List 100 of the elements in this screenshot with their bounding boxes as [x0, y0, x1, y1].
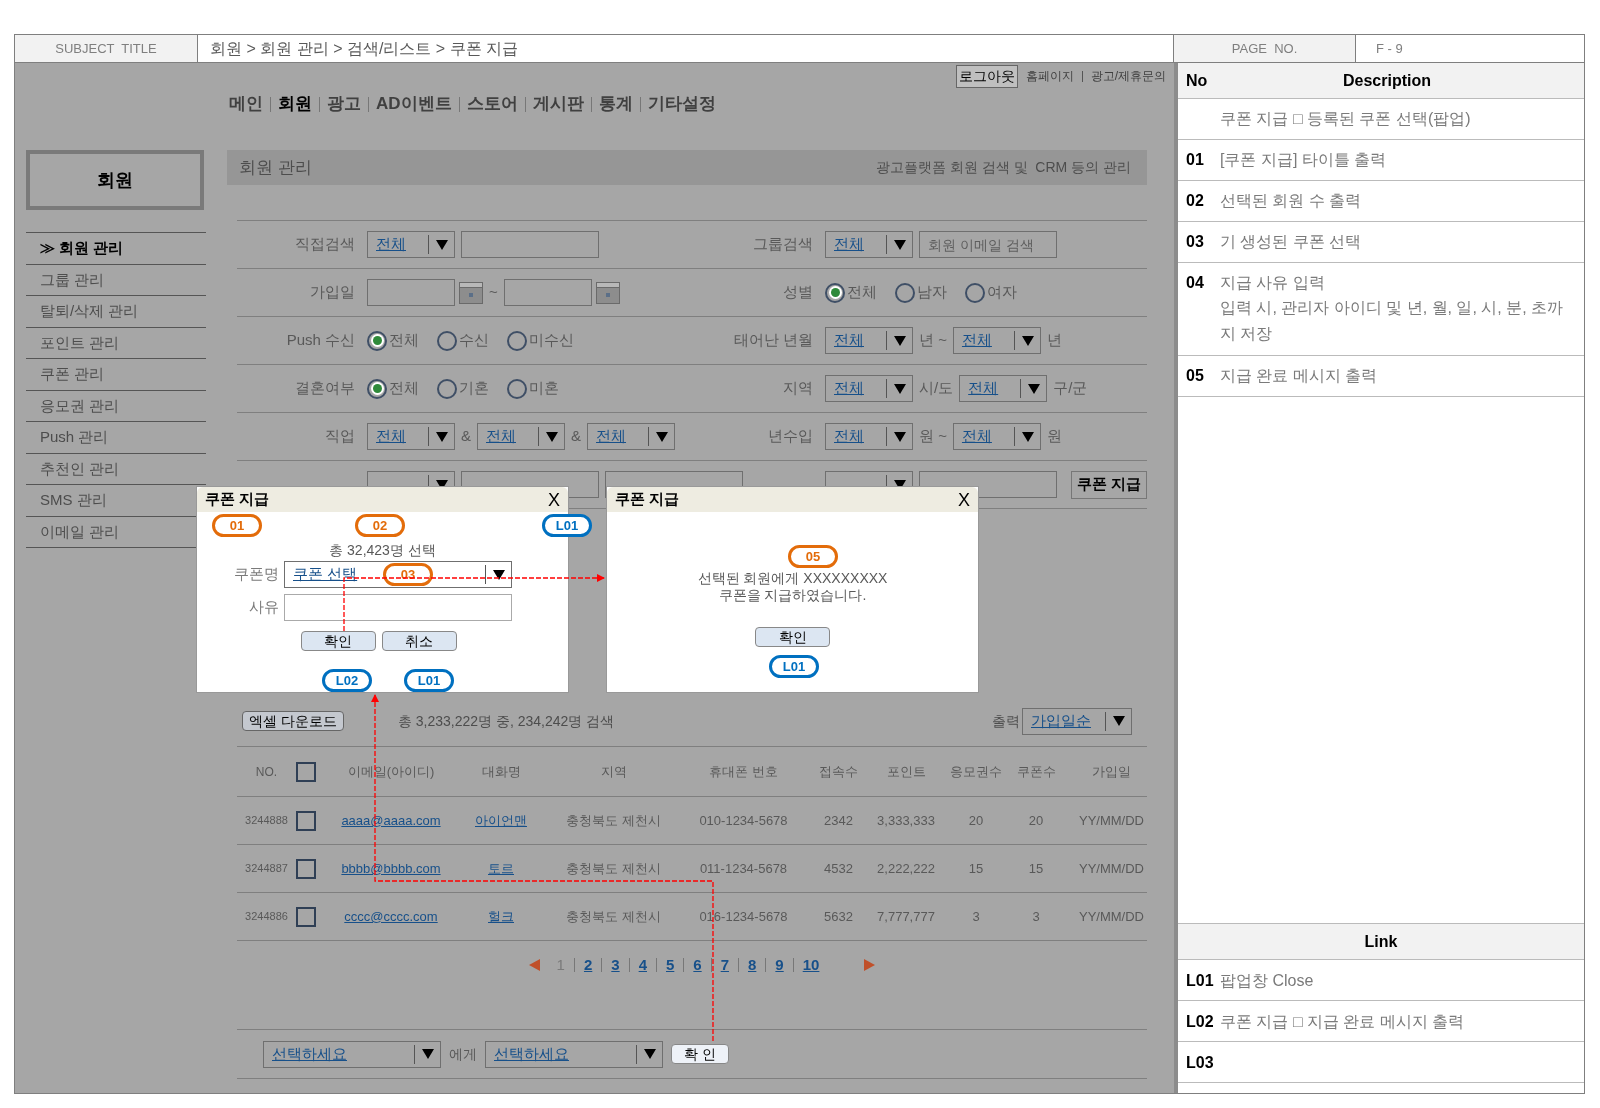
radio-button[interactable] [507, 330, 527, 351]
page-link[interactable]: 6 [693, 953, 702, 977]
dropdown[interactable]: 전체 [825, 231, 913, 258]
dropdown[interactable]: 전체 [952, 423, 1041, 450]
close-button[interactable]: X [958, 490, 970, 509]
nav-tab[interactable]: 게시판 [532, 91, 584, 117]
radio-button[interactable] [437, 330, 457, 351]
page-link[interactable]: 5 [666, 953, 675, 977]
coupon-issue-button[interactable]: 쿠폰 지급 [1071, 470, 1147, 499]
caret-icon [1113, 716, 1125, 726]
field-unit: 구/군 [1053, 378, 1088, 399]
table-link[interactable]: bbbb@bbbb.com [341, 858, 441, 879]
input-field[interactable] [284, 594, 512, 621]
caret-icon [436, 431, 448, 442]
dropdown[interactable]: 가입일순 [1022, 707, 1132, 735]
page-link[interactable]: 8 [748, 953, 757, 977]
input-field[interactable]: 회원 이메일 검색 [919, 231, 1057, 258]
excel-download-button[interactable]: 엑셀 다운로드 [242, 711, 344, 731]
confirm-button[interactable]: 확 인 [671, 1044, 729, 1064]
dropdown[interactable]: 전체 [959, 375, 1048, 402]
sidebar-item[interactable]: 그룹 관리 [26, 264, 206, 296]
radio-button[interactable] [367, 378, 387, 399]
field-unit: ~ [489, 282, 498, 303]
table-cell-text: 016-1234-5678 [698, 907, 789, 926]
dialog-button[interactable]: 확인 [300, 631, 376, 651]
page-link[interactable]: 7 [720, 953, 729, 977]
table-link[interactable]: 아이언맨 [475, 810, 527, 831]
dropdown[interactable]: 전체 [825, 327, 913, 354]
page-link[interactable]: 10 [802, 953, 820, 977]
table-cell-text: 3244886 [244, 909, 289, 925]
table-cell-text: 011-1234-5678 [698, 859, 789, 878]
radio-button[interactable] [895, 282, 915, 303]
header-link[interactable]: 홈페이지 [1025, 67, 1074, 85]
logout-button[interactable]: 로그아웃 [955, 64, 1018, 88]
radio-button[interactable] [825, 282, 845, 303]
callout-marker: L01 [542, 514, 592, 537]
radio-button[interactable] [965, 282, 985, 303]
callout-marker: 02 [355, 514, 405, 537]
page-link[interactable]: 3 [611, 953, 620, 977]
popup-title: 쿠폰 지급 [205, 489, 270, 510]
input-field[interactable] [461, 231, 599, 258]
page-link[interactable]: 2 [583, 953, 593, 977]
sidebar-item[interactable]: 쿠폰 관리 [26, 359, 206, 391]
sidebar-item[interactable]: 응모권 관리 [26, 390, 206, 422]
sidebar-item[interactable]: ≫ 회원 관리 [26, 233, 206, 265]
dropdown[interactable]: 전체 [825, 423, 913, 450]
dropdown[interactable]: 전체 [587, 423, 676, 450]
dropdown[interactable]: 선택하세요 [263, 1040, 441, 1068]
field-label: 태어난 년월 [732, 330, 813, 351]
radio-button[interactable] [367, 330, 387, 351]
item-note: 입력 시, 관리자 아이디 및 년, 월, 일, 시, 분, 초까지 저장 [1220, 298, 1564, 344]
callout-marker: 05 [788, 545, 838, 568]
column-header: 대화명 [480, 762, 522, 781]
sidebar-title: 회원 [26, 150, 204, 210]
sidebar-item[interactable]: 탈퇴/삭제 관리 [26, 296, 206, 328]
header-link[interactable]: 광고/제휴문의 [1090, 67, 1166, 85]
table-link[interactable]: 토르 [488, 858, 514, 879]
nav-tab[interactable]: AD이벤트 [376, 91, 452, 117]
dropdown[interactable]: 전체 [477, 423, 565, 450]
column-header: 포인트 [885, 762, 927, 781]
date-field[interactable] [367, 279, 455, 306]
dialog-button[interactable]: 취소 [381, 631, 457, 651]
dropdown[interactable]: 선택하세요 [485, 1040, 663, 1068]
dropdown[interactable]: 전체 [367, 231, 455, 258]
nav-tab[interactable]: 광고 [327, 91, 361, 117]
page-number: F - 9 [1375, 39, 1404, 58]
nav-tab[interactable]: 메인 [229, 91, 263, 117]
sidebar-item[interactable]: Push 관리 [26, 422, 206, 454]
dropdown[interactable]: 전체 [367, 423, 455, 450]
callout-marker: L02 [322, 669, 372, 692]
table-cell-text: 15 [967, 859, 985, 878]
nav-tab[interactable]: 회원 [278, 91, 312, 117]
close-button[interactable]: X [548, 490, 560, 509]
table-link[interactable]: cccc@cccc.com [344, 906, 438, 927]
checkbox[interactable] [296, 858, 316, 879]
checkbox[interactable] [296, 906, 316, 927]
sidebar-item[interactable]: 포인트 관리 [26, 327, 206, 359]
caret-icon [1021, 431, 1034, 442]
dropdown[interactable]: 전체 [952, 327, 1041, 354]
field-label: 쿠폰명 [233, 564, 279, 585]
checkbox[interactable] [296, 810, 316, 831]
nav-tab[interactable]: 기타설정 [647, 91, 716, 117]
radio-button[interactable] [507, 378, 527, 399]
nav-tab[interactable]: 스토어 [466, 91, 518, 117]
table-link[interactable]: aaaa@aaaa.com [341, 810, 441, 831]
page-link[interactable]: 9 [775, 953, 784, 977]
field-label: 사유 [248, 597, 279, 618]
checkbox[interactable] [296, 761, 316, 782]
sidebar-item[interactable]: 추천인 관리 [26, 453, 206, 485]
date-field[interactable] [503, 279, 592, 306]
table-cell-text: 3244888 [244, 813, 289, 829]
table-link[interactable]: 헐크 [488, 906, 514, 927]
link-header: Link [1178, 924, 1584, 960]
column-header: 이메일(아이디) [346, 762, 436, 781]
nav-tab[interactable]: 통계 [598, 91, 633, 117]
table-cell-text: 2,222,222 [876, 859, 936, 878]
dialog-button[interactable]: 확인 [755, 627, 830, 647]
page-link[interactable]: 4 [638, 953, 647, 977]
radio-button[interactable] [437, 378, 457, 399]
dropdown[interactable]: 전체 [825, 375, 913, 402]
